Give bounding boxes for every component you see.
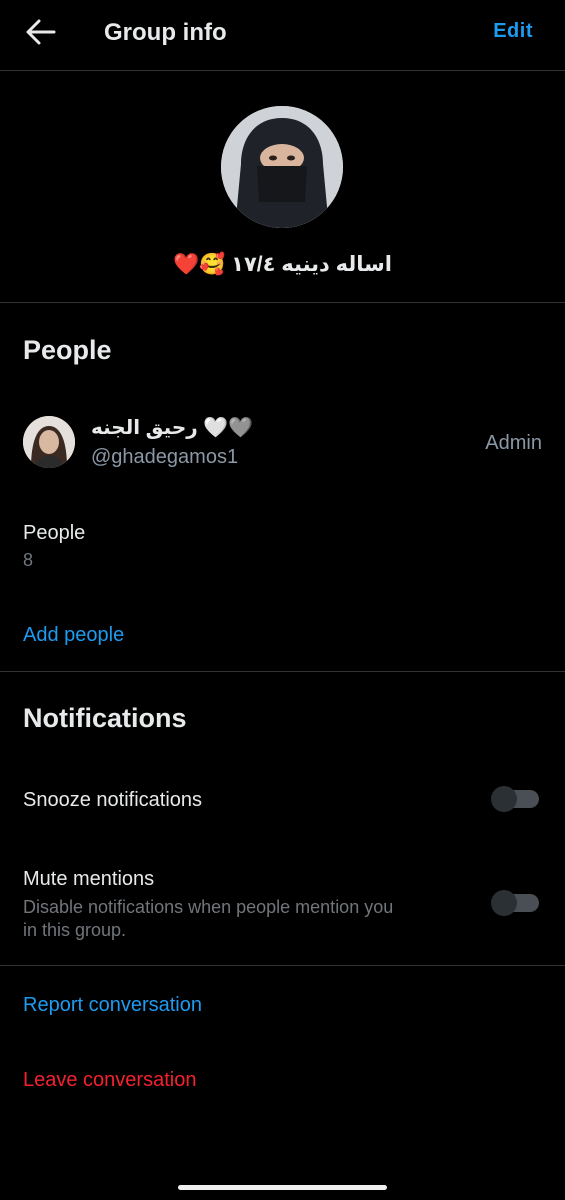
snooze-notifications-toggle[interactable]	[491, 786, 539, 812]
top-bar: Group info Edit	[0, 0, 565, 71]
member-row[interactable]: رحيق الجنه 🤍🩶 @ghadegamos1 Admin	[0, 405, 565, 481]
toggle-knob	[491, 890, 517, 916]
mute-mentions-description-line2: in this group.	[23, 920, 127, 940]
arrow-left-icon[interactable]	[24, 18, 56, 46]
add-people-button[interactable]: Add people	[23, 624, 124, 647]
toggle-knob	[491, 786, 517, 812]
divider	[0, 302, 565, 303]
notifications-heading: Notifications	[23, 703, 187, 733]
mute-mentions-description: Disable notifications when people mentio…	[23, 897, 394, 917]
home-indicator[interactable]	[178, 1185, 387, 1190]
people-count-value: 8	[23, 550, 34, 570]
mute-mentions-label: Mute mentions	[23, 868, 155, 890]
group-name: اساله دينيه ١٧/٤ 🥰❤️	[172, 253, 392, 276]
leave-conversation-button[interactable]: Leave conversation	[23, 1069, 196, 1092]
edit-button[interactable]: Edit	[493, 20, 533, 43]
member-name: رحيق الجنه 🤍🩶	[91, 417, 254, 439]
group-avatar[interactable]	[221, 106, 343, 228]
page-title: Group info	[104, 19, 227, 46]
divider	[0, 965, 565, 966]
member-avatar-image	[23, 416, 75, 468]
report-conversation-button[interactable]: Report conversation	[23, 994, 202, 1017]
people-heading: People	[23, 335, 112, 365]
group-avatar-image	[221, 106, 343, 228]
mute-mentions-toggle[interactable]	[491, 890, 539, 916]
member-handle: @ghadegamos1	[91, 446, 239, 468]
people-count-label: People	[23, 522, 86, 544]
avatar	[23, 416, 75, 468]
snooze-notifications-label: Snooze notifications	[23, 789, 203, 811]
divider	[0, 671, 565, 672]
admin-badge: Admin	[485, 432, 542, 454]
